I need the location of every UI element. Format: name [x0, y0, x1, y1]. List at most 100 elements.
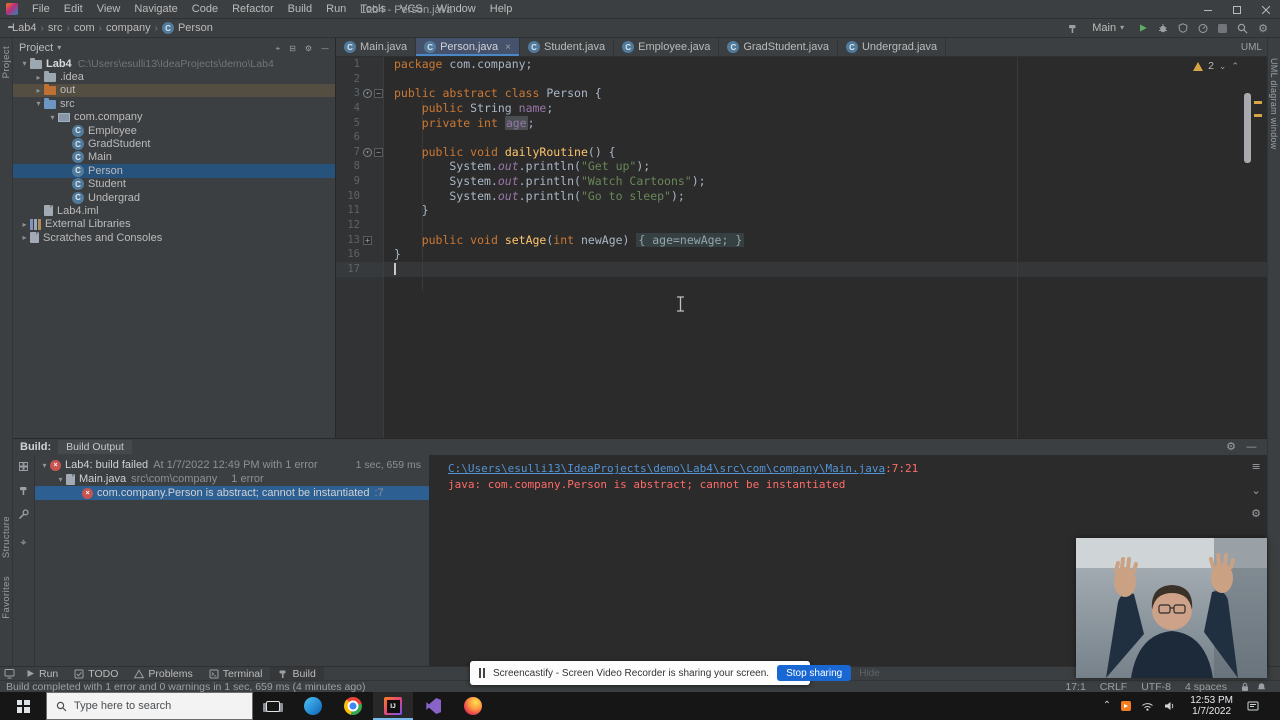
tool-stripe-structure[interactable]: Structure	[1, 516, 12, 558]
wrench-icon[interactable]	[18, 509, 29, 520]
code-line[interactable]: 3 ▾ − public abstract class Person {	[336, 86, 1267, 101]
settings-icon[interactable]: ⚙	[305, 42, 312, 54]
project-panel-title[interactable]: Project	[19, 42, 53, 54]
menu-code[interactable]: Code	[185, 0, 225, 18]
fold-marker-icon[interactable]: −	[374, 147, 383, 157]
menu-navigate[interactable]: Navigate	[127, 0, 184, 18]
stop-sharing-button[interactable]: Stop sharing	[777, 665, 852, 681]
settings-icon[interactable]: ⚙	[1251, 506, 1261, 522]
fold-marker-icon[interactable]: −	[374, 89, 383, 99]
code-line[interactable]: 17	[336, 261, 1267, 277]
chevron-up-icon[interactable]: ⌃	[1103, 701, 1111, 711]
search-input[interactable]: Type here to search	[46, 692, 253, 720]
build-tree-row[interactable]: ▾ Main.java src\com\company 1 error	[35, 472, 429, 486]
tree-item-person[interactable]: C Person	[13, 164, 335, 178]
build-tree-row[interactable]: ▾ × Lab4: build failed At 1/7/2022 12:49 PM…	[35, 458, 429, 472]
visual-studio-icon[interactable]	[413, 692, 453, 720]
run-icon[interactable]	[1138, 23, 1148, 33]
code-line[interactable]: 1 package com.company;	[336, 57, 1267, 72]
code-line[interactable]: 10 System.out.println("Go to sleep");	[336, 189, 1267, 204]
tree-item-com-company[interactable]: ▾ com.company	[13, 111, 335, 124]
tree-item-external-libraries[interactable]: ▸ External Libraries	[13, 218, 335, 231]
intellij-idea-icon[interactable]: IJ	[373, 692, 413, 720]
implemented-marker-icon[interactable]: ▾	[363, 147, 372, 157]
lock-icon[interactable]	[1241, 682, 1249, 692]
tree-item-lab4-iml[interactable]: Lab4.iml	[13, 204, 335, 217]
volume-icon[interactable]	[1164, 701, 1176, 711]
code-line[interactable]: 2	[336, 72, 1267, 87]
hammer-icon[interactable]	[18, 485, 29, 496]
menu-file[interactable]: File	[25, 0, 57, 18]
editor-scrollbar[interactable]	[1244, 93, 1251, 163]
code-line[interactable]: 13 + public void setAge(int newAge) { age…	[336, 232, 1267, 248]
breadcrumb-item-person[interactable]: C Person	[161, 22, 213, 35]
tree-item-main[interactable]: C Main	[13, 151, 335, 164]
hide-button[interactable]: Hide	[859, 668, 880, 679]
locate-icon[interactable]: ⌖	[276, 42, 281, 54]
collapse-all-icon[interactable]: ⊟	[289, 42, 296, 54]
menu-edit[interactable]: Edit	[57, 0, 90, 18]
tree-item-undergrad[interactable]: C Undergrad	[13, 191, 335, 204]
code-line[interactable]: 12	[336, 218, 1267, 233]
tab-person-java[interactable]: C Person.java ×	[416, 38, 521, 56]
code-line[interactable]: 9 System.out.println("Watch Cartoons");	[336, 174, 1267, 189]
tool-stripe-project[interactable]: Project	[1, 46, 12, 78]
minimize-button[interactable]	[1193, 0, 1222, 19]
tool-window-switcher-icon[interactable]	[0, 668, 18, 679]
tree-item--idea[interactable]: ▸ .idea	[13, 70, 335, 83]
breadcrumb-item-com[interactable]: com	[74, 22, 95, 34]
wifi-icon[interactable]	[1141, 701, 1154, 711]
tab-main-java[interactable]: C Main.java	[336, 38, 417, 56]
code-line[interactable]: 8 System.out.println("Get up");	[336, 159, 1267, 174]
chrome-icon[interactable]	[333, 692, 373, 720]
next-warning-icon[interactable]: ⌄	[1219, 61, 1227, 72]
menu-help[interactable]: Help	[483, 0, 520, 18]
menu-run[interactable]: Run	[319, 0, 353, 18]
file-encoding[interactable]: UTF-8	[1141, 681, 1171, 693]
caret-position[interactable]: 17:1	[1065, 681, 1085, 693]
stop-icon[interactable]	[1218, 23, 1228, 33]
implemented-marker-icon[interactable]: ▾	[363, 89, 372, 99]
toolbutton-build[interactable]: Build	[270, 667, 324, 680]
screencastify-icon[interactable]	[1121, 701, 1132, 711]
inspections-widget[interactable]: 2 ⌄ ⌃	[1193, 60, 1239, 72]
warning-stripe-mark[interactable]	[1254, 101, 1262, 104]
console-file-link[interactable]: C:\Users\esulli13\IdeaProjects\demo\Lab4…	[448, 461, 885, 477]
toolbutton-todo[interactable]: TODO	[66, 667, 126, 680]
minimize-icon[interactable]: —	[1246, 441, 1257, 453]
search-icon[interactable]	[1237, 23, 1248, 34]
code-line[interactable]: 7 ▾ − public void dailyRoutine() {	[336, 145, 1267, 160]
indent-setting[interactable]: 4 spaces	[1185, 681, 1227, 693]
start-button[interactable]	[0, 692, 46, 720]
toolbutton-problems[interactable]: Problems	[126, 667, 200, 680]
warning-stripe-mark[interactable]	[1254, 114, 1262, 117]
build-output-tab[interactable]: Build Output	[58, 440, 132, 454]
tool-stripe-favorites[interactable]: Favorites	[1, 576, 12, 619]
tab-undergrad-java[interactable]: C Undergrad.java	[838, 38, 947, 56]
code-line[interactable]: 16}	[336, 247, 1267, 262]
debug-icon[interactable]	[1158, 23, 1168, 33]
bell-icon[interactable]	[1257, 682, 1266, 692]
breadcrumb-item-company[interactable]: company	[106, 22, 151, 34]
toolbutton-terminal[interactable]: Terminal	[201, 667, 271, 680]
coverage-icon[interactable]	[1178, 23, 1188, 33]
tree-item-student[interactable]: C Student	[13, 178, 335, 191]
profiler-icon[interactable]	[1198, 23, 1208, 33]
firefox-icon[interactable]	[453, 692, 493, 720]
tool-stripe-uml[interactable]: UML diagram window	[1269, 58, 1279, 150]
hammer-icon[interactable]	[1067, 23, 1078, 34]
task-view-icon[interactable]	[253, 692, 293, 720]
edge-icon[interactable]	[293, 692, 333, 720]
close-icon[interactable]: ×	[505, 42, 511, 53]
menu-build[interactable]: Build	[281, 0, 319, 18]
settings-icon[interactable]: ⚙	[1226, 441, 1236, 453]
breadcrumb-item-src[interactable]: src	[48, 22, 63, 34]
tree-item-employee[interactable]: C Employee	[13, 124, 335, 137]
action-center-icon[interactable]	[1247, 701, 1259, 712]
locate-icon[interactable]: ⌖	[20, 533, 26, 551]
prev-warning-icon[interactable]: ⌃	[1231, 61, 1239, 72]
code-line[interactable]: 4 public String name;	[336, 101, 1267, 116]
toolbutton-run[interactable]: Run	[18, 667, 66, 680]
code-line[interactable]: 5 private int age;	[336, 115, 1267, 131]
tree-item-src[interactable]: ▾ src	[13, 97, 335, 110]
